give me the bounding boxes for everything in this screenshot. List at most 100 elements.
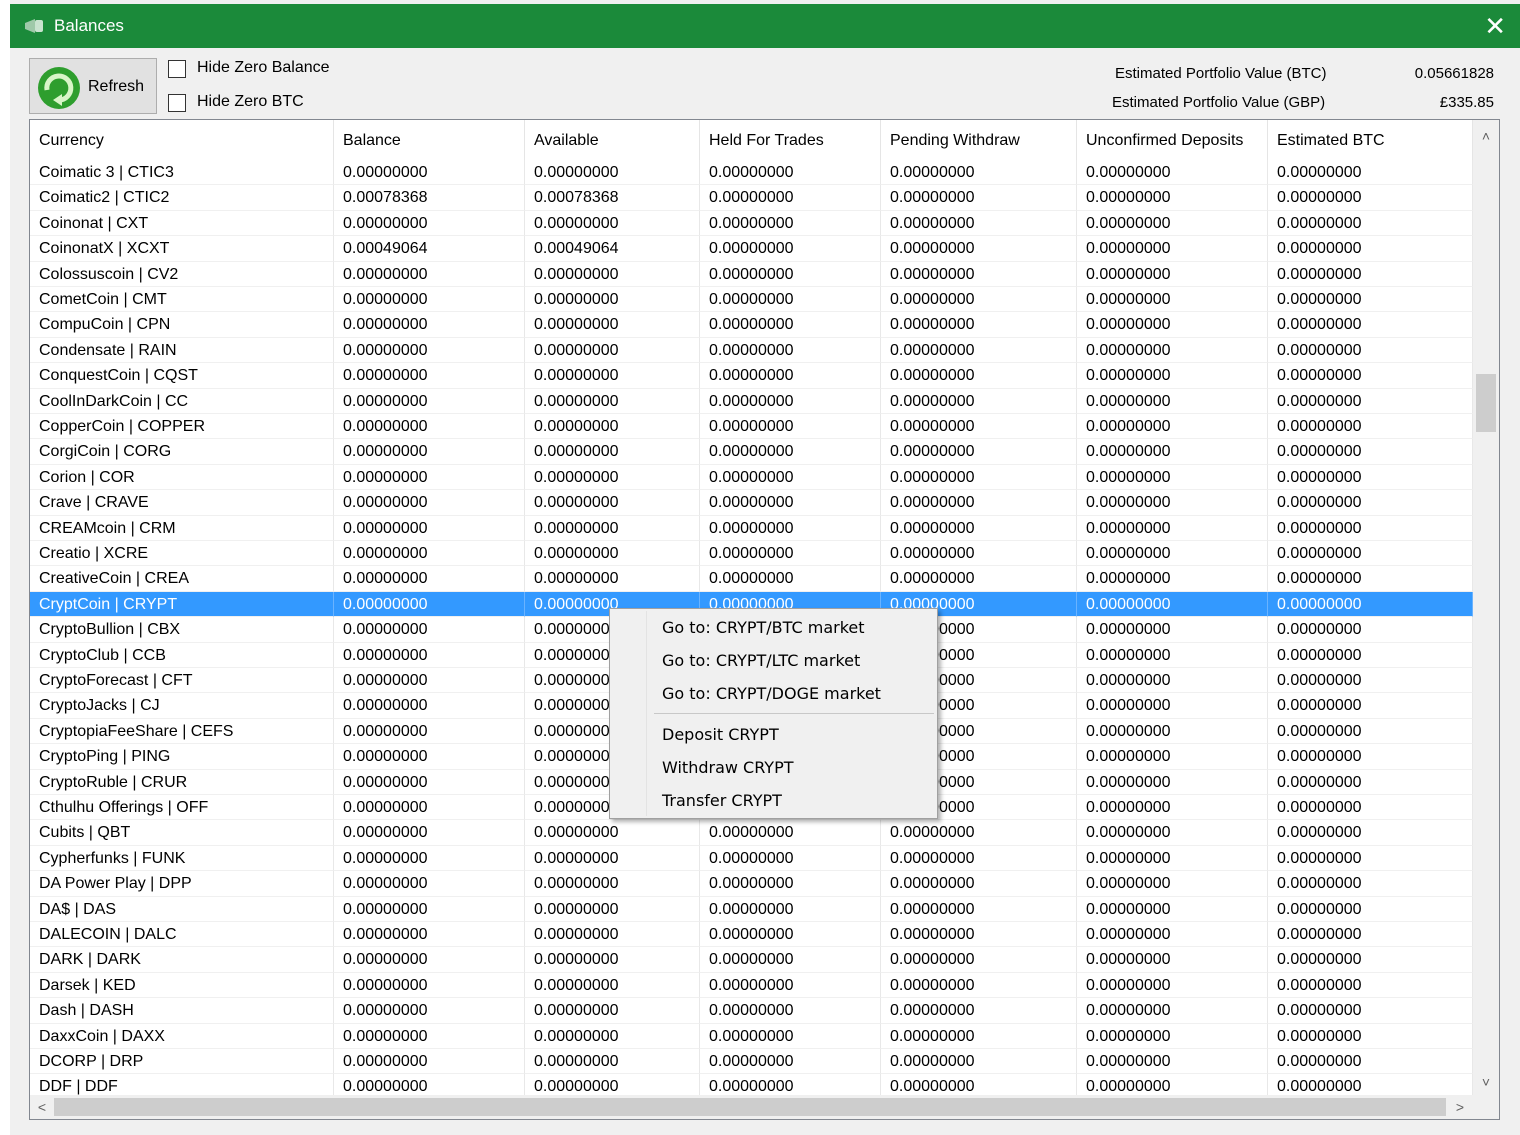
table-row[interactable]: Dash | DASH 0.00000000 0.00000000 0.0000000… [30,998,1473,1024]
menu-item-goto-btc-market[interactable]: Go to: CRYPT/BTC market [662,618,865,637]
col-estimated-btc-cell: 0.00000000 [1268,947,1473,973]
col-balance-cell: 0.00000000 [334,718,525,745]
table-row[interactable]: CoinonatX | XCXT 0.00049064 0.00049064 0.00… [30,236,1473,262]
table-row[interactable]: Coimatic 3 | CTIC3 0.00000000 0.00000000 0.… [30,160,1473,186]
col-available-cell: 0.00000000 [525,464,700,491]
table-row[interactable]: Cubits | QBT 0.00000000 0.00000000 0.000000… [30,820,1473,846]
col-held-for-trades-cell: 0.00000000 [700,388,881,414]
scroll-up-icon[interactable]: ˄ [1473,124,1499,148]
col-unconfirmed-deposits-cell: 0.00000000 [1077,236,1268,262]
table-row[interactable]: Coimatic2 | CTIC2 0.00078368 0.00078368 0.0… [30,185,1473,211]
col-available-header[interactable]: Available [525,120,700,160]
hide-zero-btc-box[interactable] [168,94,186,112]
table-row[interactable]: CoolInDarkCoin | CC 0.00000000 0.00000000 0… [30,388,1473,414]
col-held-for-trades-header[interactable]: Held For Trades [700,120,881,160]
col-currency-cell: CoolInDarkCoin | CC [30,388,334,414]
table-row[interactable]: DCORP | DRP 0.00000000 0.00000000 0.0000000… [30,1049,1473,1075]
col-pending-withdraw-header[interactable]: Pending Withdraw [881,120,1077,160]
menu-item-goto-ltc-market[interactable]: Go to: CRYPT/LTC market [662,651,860,670]
table-row[interactable]: CometCoin | CMT 0.00000000 0.00000000 0.000… [30,287,1473,313]
col-pending-withdraw-cell: 0.00000000 [881,312,1077,338]
vertical-scroll-thumb[interactable] [1476,374,1496,432]
col-currency-cell: Coimatic 3 | CTIC3 [30,160,334,186]
col-held-for-trades-cell: 0.00000000 [700,896,881,922]
col-estimated-btc-cell: 0.00000000 [1268,693,1473,719]
close-icon[interactable]: ✕ [1484,10,1506,42]
col-estimated-btc-cell: 0.00000000 [1268,820,1473,846]
col-pending-withdraw-cell: 0.00000000 [881,566,1077,592]
table-row[interactable]: Creatio | XCRE 0.00000000 0.00000000 0.0000… [30,541,1473,567]
hide-zero-balance-label: Hide Zero Balance [197,59,330,76]
col-currency-cell: CometCoin | CMT [30,287,334,313]
col-unconfirmed-deposits-cell: 0.00000000 [1077,312,1268,338]
col-balance-cell: 0.00000000 [334,490,525,516]
col-balance-header[interactable]: Balance [334,120,525,160]
col-estimated-btc-header[interactable]: Estimated BTC [1268,120,1473,160]
col-balance-cell: 0.00078368 [334,185,525,211]
col-estimated-btc-cell: 0.00000000 [1268,464,1473,491]
horizontal-scroll-thumb[interactable] [54,1098,1446,1116]
col-unconfirmed-deposits-cell: 0.00000000 [1077,1049,1268,1075]
vertical-scrollbar[interactable]: ˄ ˅ [1473,120,1499,1097]
hide-zero-balance-box[interactable] [168,60,186,78]
col-unconfirmed-deposits-cell: 0.00000000 [1077,261,1268,287]
table-row[interactable]: ConquestCoin | CQST 0.00000000 0.00000000 0… [30,363,1473,389]
col-pending-withdraw-cell: 0.00000000 [881,439,1077,465]
table-row[interactable]: DARK | DARK 0.00000000 0.00000000 0.0000000… [30,947,1473,973]
table-row[interactable]: Condensate | RAIN 0.00000000 0.00000000 0.0… [30,337,1473,364]
col-held-for-trades-cell: 0.00000000 [700,922,881,948]
table-row[interactable]: DA Power Play | DPP 0.00000000 0.00000000 0… [30,871,1473,897]
col-pending-withdraw-cell: 0.00000000 [881,287,1077,313]
hide-zero-btc-label: Hide Zero BTC [197,93,304,110]
scroll-right-icon[interactable]: > [1448,1095,1472,1119]
table-row[interactable]: Corion | COR 0.00000000 0.00000000 0.000000… [30,464,1473,491]
col-estimated-btc-cell: 0.00000000 [1268,160,1473,186]
col-balance-cell: 0.00000000 [334,591,525,618]
menu-separator [654,713,934,714]
col-held-for-trades-cell: 0.00000000 [700,464,881,491]
col-unconfirmed-deposits-header[interactable]: Unconfirmed Deposits [1077,120,1268,160]
col-available-cell: 0.00000000 [525,998,700,1024]
col-currency-header[interactable]: Currency [30,120,334,160]
col-pending-withdraw-cell: 0.00000000 [881,363,1077,389]
table-row[interactable]: DaxxCoin | DAXX 0.00000000 0.00000000 0.000… [30,1023,1473,1049]
col-unconfirmed-deposits-cell: 0.00000000 [1077,718,1268,745]
scroll-down-icon[interactable]: ˅ [1473,1070,1499,1094]
table-row[interactable]: DA$ | DAS 0.00000000 0.00000000 0.00000000 0… [30,896,1473,922]
table-row[interactable]: Coinonat | CXT 0.00000000 0.00000000 0.0000… [30,210,1473,237]
scroll-left-icon[interactable]: < [30,1095,54,1119]
table-row[interactable]: Darsek | KED 0.00000000 0.00000000 0.000000… [30,972,1473,999]
col-pending-withdraw-cell: 0.00000000 [881,541,1077,567]
col-estimated-btc-cell: 0.00000000 [1268,261,1473,287]
table-row[interactable]: Colossuscoin | CV2 0.00000000 0.00000000 0.… [30,261,1473,287]
menu-item-withdraw[interactable]: Withdraw CRYPT [662,758,794,777]
title-bar[interactable]: Balances ✕ [10,4,1520,48]
table-row[interactable]: Crave | CRAVE 0.00000000 0.00000000 0.00000… [30,490,1473,516]
table-row[interactable]: CorgiCoin | CORG 0.00000000 0.00000000 0.00… [30,439,1473,465]
horizontal-scrollbar[interactable]: < > [30,1095,1499,1119]
table-row[interactable]: CompuCoin | CPN 0.00000000 0.00000000 0.000… [30,312,1473,338]
table-row[interactable]: Cypherfunks | FUNK 0.00000000 0.00000000 0.… [30,845,1473,872]
col-unconfirmed-deposits-cell: 0.00000000 [1077,541,1268,567]
col-currency-cell: ConquestCoin | CQST [30,363,334,389]
col-balance-cell: 0.00000000 [334,363,525,389]
table-row[interactable]: CopperCoin | COPPER 0.00000000 0.00000000 0… [30,414,1473,440]
col-estimated-btc-cell: 0.00000000 [1268,972,1473,999]
col-currency-cell: DA Power Play | DPP [30,871,334,897]
col-available-cell: 0.00000000 [525,312,700,338]
col-estimated-btc-cell: 0.00000000 [1268,896,1473,922]
col-unconfirmed-deposits-cell: 0.00000000 [1077,845,1268,872]
col-unconfirmed-deposits-cell: 0.00000000 [1077,185,1268,211]
col-unconfirmed-deposits-cell: 0.00000000 [1077,591,1268,618]
refresh-button[interactable]: Refresh [29,58,157,114]
col-held-for-trades-cell: 0.00000000 [700,337,881,364]
col-currency-cell: CryptoBullion | CBX [30,617,334,643]
table-row[interactable]: CreativeCoin | CREA 0.00000000 0.00000000 0… [30,566,1473,592]
table-row[interactable]: CREAMcoin | CRM 0.00000000 0.00000000 0.000… [30,515,1473,541]
col-estimated-btc-cell: 0.00000000 [1268,769,1473,795]
menu-item-transfer[interactable]: Transfer CRYPT [662,791,782,810]
table-row[interactable]: DALECOIN | DALC 0.00000000 0.00000000 0.000… [30,922,1473,948]
menu-item-goto-doge-market[interactable]: Go to: CRYPT/DOGE market [662,684,881,703]
menu-item-deposit[interactable]: Deposit CRYPT [662,725,779,744]
col-available-cell: 0.00078368 [525,185,700,211]
